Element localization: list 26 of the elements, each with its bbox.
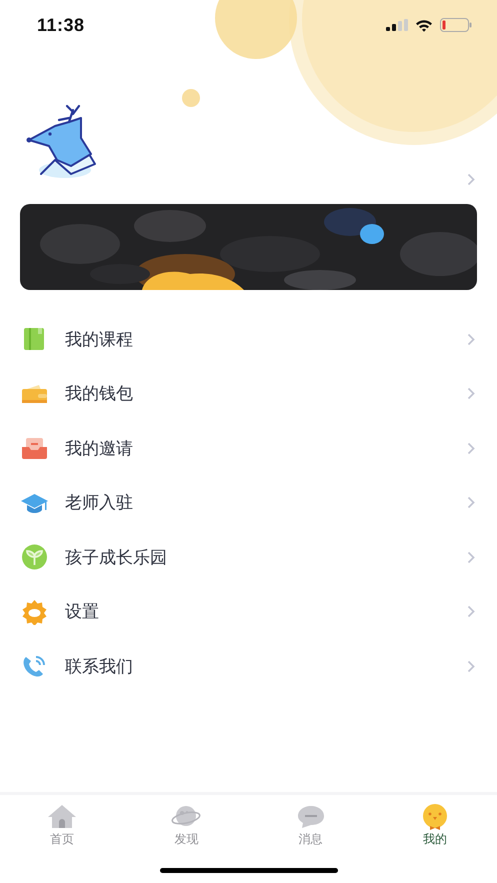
menu-item-label[interactable]: 联系我们 <box>65 654 467 678</box>
phone-icon <box>21 653 48 680</box>
chevron-right-icon <box>467 442 475 455</box>
signal-icon <box>386 19 408 31</box>
menu-item-label[interactable]: 我的邀请 <box>65 436 467 460</box>
menu-item-label[interactable]: 老师入驻 <box>65 491 467 514</box>
menu-item-label[interactable]: 孩子成长乐园 <box>65 546 467 569</box>
chevron-right-icon[interactable] <box>467 173 475 186</box>
house-icon <box>47 804 78 830</box>
envelope-icon <box>21 435 48 462</box>
tab[interactable]: 我的 <box>372 795 497 855</box>
chevron-right-icon <box>467 332 475 346</box>
sprout-icon <box>21 544 48 570</box>
chevron-right-icon <box>467 660 475 673</box>
menu-item-label[interactable]: 设置 <box>65 600 467 624</box>
chat-bubble-icon <box>296 804 326 830</box>
chevron-right-icon <box>467 605 475 618</box>
chevron-right-icon <box>467 387 475 400</box>
chevron-right-icon <box>467 496 475 510</box>
chevron-right-icon <box>467 550 475 564</box>
menu-item-label[interactable]: 我的课程 <box>65 328 467 351</box>
menu-item-label[interactable]: 我的钱包 <box>65 382 467 406</box>
battery-icon <box>440 18 472 32</box>
wifi-icon <box>415 18 433 32</box>
status-time: 11:38 <box>37 14 85 36</box>
gear-icon <box>21 598 48 625</box>
